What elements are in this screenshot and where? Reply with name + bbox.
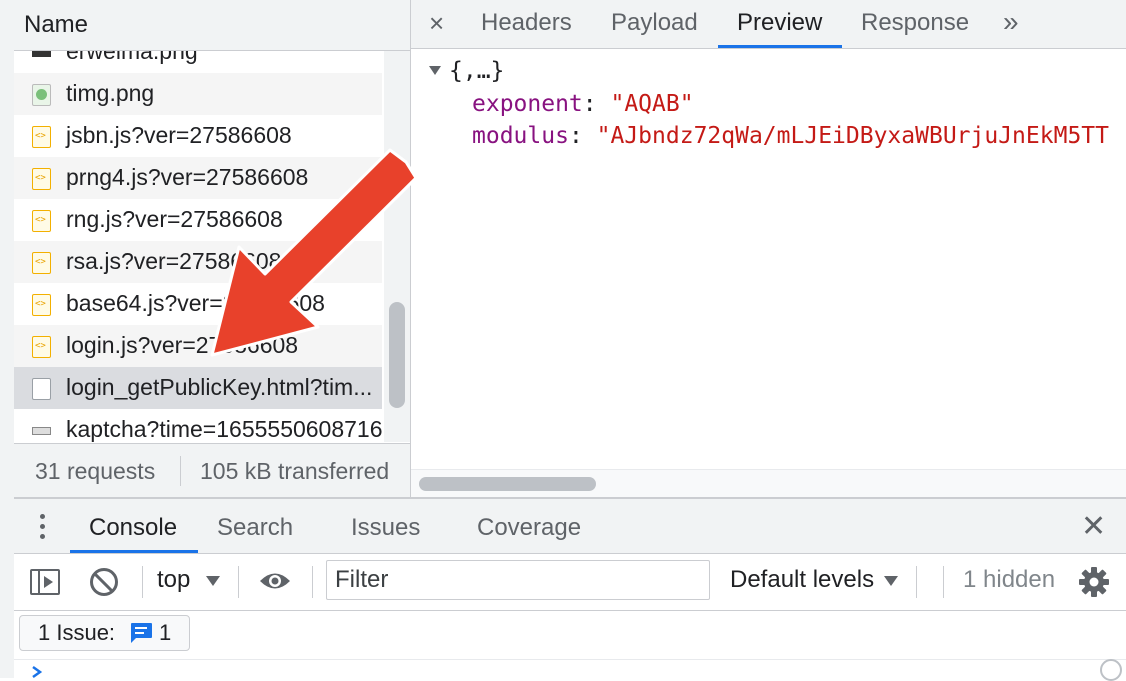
- toolbar-divider: [142, 566, 143, 598]
- close-details-icon[interactable]: ×: [429, 8, 444, 39]
- network-status-bar: 31 requests 105 kB transferred: [14, 443, 410, 497]
- json-key: modulus: [472, 123, 569, 149]
- console-prompt-chevron-icon: [32, 665, 43, 679]
- tab-headers[interactable]: Headers: [481, 9, 572, 37]
- tab-search[interactable]: Search: [217, 514, 293, 542]
- transferred-size: 105 kB transferred: [200, 458, 390, 484]
- request-name: kaptcha?time=1655550608716: [66, 416, 382, 442]
- console-toolbar: top Default levels 1 hidden: [14, 554, 1126, 611]
- show-sidebar-icon[interactable]: [30, 569, 60, 595]
- request-row-base64[interactable]: base64.js?ver=27586608: [14, 283, 382, 325]
- console-filter-input[interactable]: [327, 561, 709, 599]
- script-icon: [32, 168, 51, 190]
- window-edge: [0, 0, 14, 678]
- close-drawer-icon[interactable]: ✕: [1081, 509, 1106, 544]
- more-tabs-chevron-icon[interactable]: »: [1003, 6, 1018, 38]
- json-property-modulus: modulus: "AJbndz72qWa/mLJEiDByxaWBUrjuJn…: [472, 123, 1109, 149]
- console-drawer: Console Search Issues Coverage ✕ top Def…: [14, 497, 1126, 681]
- hidden-messages-count: 1 hidden: [963, 566, 1056, 593]
- active-tab-indicator: [718, 45, 842, 48]
- caret-down-icon[interactable]: [884, 576, 898, 586]
- request-count: 31 requests: [35, 458, 156, 484]
- request-name: base64.js?ver=27586608: [66, 290, 325, 316]
- toolbar-divider: [916, 566, 917, 598]
- request-list-scroll-thumb[interactable]: [389, 302, 405, 408]
- clear-console-icon[interactable]: [90, 568, 118, 596]
- script-icon: [32, 336, 51, 358]
- issues-count: 1: [159, 620, 172, 645]
- toolbar-divider: [238, 566, 239, 598]
- issues-button[interactable]: 1 Issue: 1: [19, 615, 191, 651]
- request-name: rng.js?ver=27586608: [66, 206, 283, 232]
- details-tab-bar: × Headers Payload Preview Response »: [411, 0, 1126, 49]
- request-name: timg.png: [66, 80, 155, 106]
- request-name: jsbn.js?ver=27586608: [66, 122, 292, 148]
- json-value: "AQAB": [610, 91, 694, 117]
- preview-content: {,…} exponent: "AQAB" modulus: "AJbndz72…: [411, 49, 1126, 469]
- request-row-login[interactable]: login.js?ver=27586608: [14, 325, 382, 367]
- tab-issues[interactable]: Issues: [351, 514, 420, 542]
- request-details-panel: × Headers Payload Preview Response » {,……: [411, 0, 1126, 497]
- request-row-erweima[interactable]: erweima.png: [14, 51, 382, 73]
- tab-payload[interactable]: Payload: [611, 9, 698, 37]
- toolbar-divider: [312, 566, 313, 598]
- drawer-tab-bar: Console Search Issues Coverage ✕: [14, 499, 1126, 554]
- json-object-summary[interactable]: {,…}: [449, 58, 504, 84]
- issues-label: 1 Issue:: [38, 620, 116, 645]
- tab-response[interactable]: Response: [861, 9, 969, 37]
- more-options-icon[interactable]: [40, 514, 46, 544]
- script-icon: [32, 294, 51, 316]
- request-row-timg[interactable]: timg.png: [14, 73, 382, 115]
- request-rows: erweima.png timg.png jsbn.js?ver=2758660…: [14, 51, 382, 442]
- expand-triangle-icon[interactable]: [429, 66, 441, 75]
- json-property-exponent: exponent: "AQAB": [472, 91, 694, 117]
- name-column-label: Name: [24, 11, 89, 38]
- request-name: erweima.png: [66, 51, 198, 64]
- document-icon: [32, 378, 51, 400]
- request-name: prng4.js?ver=27586608: [66, 164, 309, 190]
- request-row-getpublickey-selected[interactable]: login_getPublicKey.html?tim...: [14, 367, 382, 409]
- request-row-jsbn[interactable]: jsbn.js?ver=27586608: [14, 115, 382, 157]
- request-name: rsa.js?ver=27586608: [66, 248, 282, 274]
- active-drawer-tab-indicator: [70, 550, 198, 553]
- preview-scroll-thumb[interactable]: [419, 477, 596, 491]
- context-selector[interactable]: top: [157, 566, 190, 594]
- network-request-list: Name erweima.png timg.png jsbn.js?ver=27…: [14, 0, 411, 497]
- script-icon: [32, 210, 51, 232]
- request-row-kaptcha[interactable]: kaptcha?time=1655550608716: [14, 409, 382, 442]
- request-row-rsa[interactable]: rsa.js?ver=27586608: [14, 241, 382, 283]
- request-name: login_getPublicKey.html?tim...: [66, 374, 373, 400]
- request-row-rng[interactable]: rng.js?ver=27586608: [14, 199, 382, 241]
- console-filter-box: [326, 560, 710, 600]
- tab-preview[interactable]: Preview: [737, 9, 822, 37]
- caret-down-icon[interactable]: [206, 576, 220, 586]
- request-row-prng4[interactable]: prng4.js?ver=27586608: [14, 157, 382, 199]
- message-issue-icon: [131, 623, 153, 643]
- status-divider: [180, 456, 181, 486]
- log-levels-selector[interactable]: Default levels: [730, 566, 874, 594]
- script-icon: [32, 126, 51, 148]
- issues-bar: 1 Issue: 1: [14, 611, 1126, 660]
- script-icon: [32, 252, 51, 274]
- name-column-header[interactable]: Name: [14, 0, 410, 51]
- console-settings-gear-icon[interactable]: [1078, 566, 1110, 598]
- image-icon: [32, 51, 51, 57]
- json-key: exponent: [472, 91, 583, 117]
- toolbar-divider: [943, 566, 944, 598]
- tab-coverage[interactable]: Coverage: [477, 514, 581, 542]
- image-icon: [32, 427, 51, 435]
- request-name: login.js?ver=27586608: [66, 332, 299, 358]
- tab-console[interactable]: Console: [89, 514, 177, 542]
- image-icon: [32, 84, 51, 106]
- json-value: "AJbndz72qWa/mLJEiDByxaWBUrjuJnEkM5TT: [596, 123, 1109, 149]
- live-expression-eye-icon[interactable]: [259, 570, 291, 592]
